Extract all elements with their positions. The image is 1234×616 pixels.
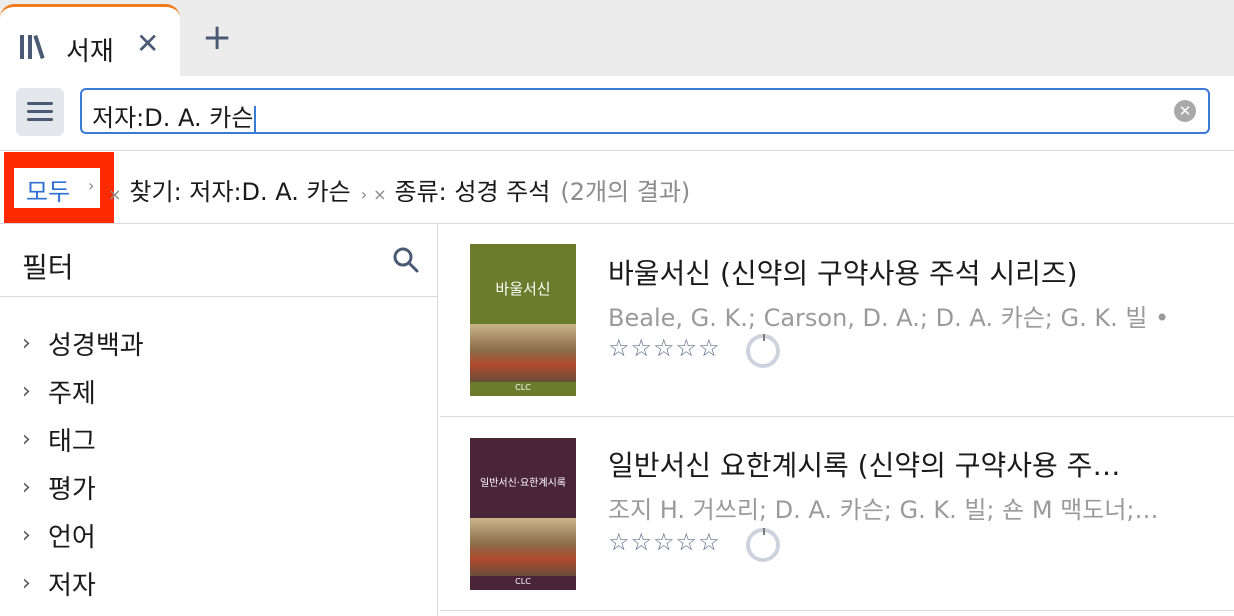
rating-stars[interactable]: ☆☆☆☆☆: [608, 528, 721, 556]
cover-publisher: CLC: [515, 577, 531, 586]
filter-item-label: 태그: [48, 426, 96, 457]
chevron-right-icon: ›: [22, 570, 31, 596]
filter-item-language[interactable]: › 언어: [22, 518, 96, 553]
filter-item-tag[interactable]: › 태그: [22, 422, 96, 457]
book-cover[interactable]: 바울서신 CLC: [470, 244, 576, 396]
library-icon: [20, 35, 45, 59]
divider: [440, 610, 1234, 611]
divider: [0, 296, 438, 297]
breadcrumb: × 찾기: 저자:D. A. 카슨 › × 종류: 성경 주석 (2개의 결과): [108, 172, 690, 207]
menu-button[interactable]: [16, 88, 64, 136]
breadcrumb-type[interactable]: 종류: 성경 주석: [395, 178, 551, 206]
tab-title: 서재: [66, 37, 114, 67]
breadcrumb-all-link[interactable]: 모두: [26, 172, 70, 207]
filter-title: 필터: [22, 251, 74, 284]
filter-item-label: 성경백과: [48, 330, 144, 361]
filter-item-label: 주제: [48, 378, 96, 409]
breadcrumb-separator: ›: [360, 185, 368, 204]
search-value: 저자:D. A. 카슨: [92, 98, 257, 133]
result-count: (2개의 결과): [560, 178, 691, 206]
divider: [440, 416, 1234, 417]
filter-sidebar: 필터 › 성경백과 › 주제 › 태그 › 평가 › 언어 › 저자: [0, 224, 438, 616]
filter-item-label: 저자: [48, 570, 96, 601]
tab-strip: 서재 ✕ +: [0, 0, 1234, 76]
result-item[interactable]: 일반서신·요한계시록 CLC 일반서신 요한계시록 (신약의 구약사용 주… 조…: [440, 418, 1234, 612]
add-tab-icon[interactable]: +: [202, 20, 232, 56]
rating-stars[interactable]: ☆☆☆☆☆: [608, 334, 721, 362]
chevron-right-icon: ›: [22, 426, 31, 452]
result-item[interactable]: 바울서신 CLC 바울서신 (신약의 구약사용 주석 시리즈) Beale, G…: [440, 224, 1234, 418]
progress-ring-icon: [746, 528, 780, 562]
book-cover[interactable]: 일반서신·요한계시록 CLC: [470, 438, 576, 590]
filter-item-label: 언어: [48, 522, 96, 553]
divider: [0, 150, 1234, 151]
remove-find-icon[interactable]: ×: [108, 185, 121, 204]
search-input[interactable]: 저자:D. A. 카슨 ✕: [80, 88, 1210, 134]
filter-item-author[interactable]: › 저자: [22, 566, 96, 601]
cover-publisher: CLC: [515, 383, 531, 392]
filter-item-bible-encyclopedia[interactable]: › 성경백과: [22, 326, 144, 361]
tab-library[interactable]: 서재 ✕: [0, 4, 180, 76]
result-title[interactable]: 바울서신 (신약의 구약사용 주석 시리즈): [608, 252, 1078, 292]
cover-title: 일반서신·요한계시록: [480, 478, 566, 489]
progress-ring-icon: [746, 334, 780, 368]
breadcrumb-find[interactable]: 찾기: 저자:D. A. 카슨: [129, 178, 350, 206]
clear-search-icon[interactable]: ✕: [1174, 100, 1196, 122]
chevron-right-icon: ›: [22, 474, 31, 500]
tab-close-icon[interactable]: ✕: [136, 29, 159, 59]
result-authors: Beale, G. K.; Carson, D. A.; D. A. 카슨; G…: [608, 304, 1168, 332]
search-icon[interactable]: [392, 246, 420, 274]
filter-item-label: 평가: [48, 474, 96, 505]
result-authors: 조지 H. 거쓰리; D. A. 카슨; G. K. 빌; 숀 M 맥도너;…: [608, 496, 1159, 524]
chevron-right-icon: ›: [22, 522, 31, 548]
breadcrumb-separator: ›: [88, 176, 95, 195]
filter-item-rating[interactable]: › 평가: [22, 470, 96, 505]
chevron-right-icon: ›: [22, 330, 31, 356]
cover-title: 바울서신: [495, 280, 551, 298]
filter-item-topic[interactable]: › 주제: [22, 374, 96, 409]
chevron-right-icon: ›: [22, 378, 31, 404]
remove-type-icon[interactable]: ×: [373, 185, 386, 204]
result-title[interactable]: 일반서신 요한계시록 (신약의 구약사용 주…: [608, 444, 1120, 484]
